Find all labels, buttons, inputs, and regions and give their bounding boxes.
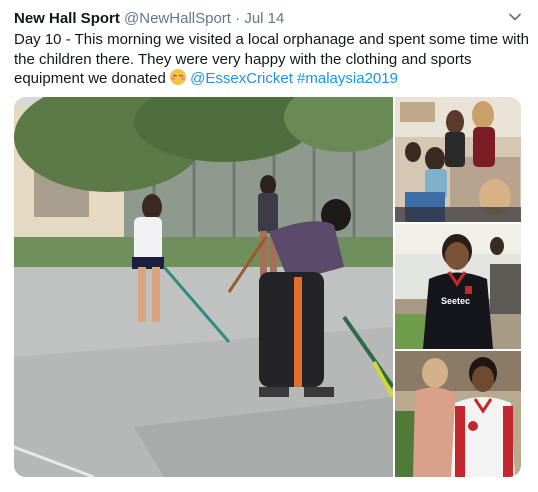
tweet-timestamp[interactable]: Jul 14: [244, 10, 284, 27]
mention-link[interactable]: @EssexCricket: [190, 70, 293, 87]
boy-seetec-shirt-photo[interactable]: Seetec: [395, 224, 521, 349]
author-handle[interactable]: @NewHallSport: [124, 10, 231, 27]
hockey-court-photo[interactable]: [14, 97, 393, 477]
smiling-face-with-blush-emoji: [169, 69, 186, 85]
shirt-sponsor-text: Seetec: [441, 296, 470, 306]
chevron-down-icon[interactable]: [506, 8, 524, 26]
separator-dot: ·: [235, 10, 241, 27]
tweet-card[interactable]: New Hall Sport @NewHallSport · Jul 14 Da…: [0, 0, 538, 492]
tweet-text: Day 10 - This morning we visited a local…: [14, 30, 529, 89]
tweet-header: New Hall Sport @NewHallSport · Jul 14: [14, 9, 284, 28]
classroom-group-photo[interactable]: [395, 97, 521, 222]
boy-red-shirt-photo[interactable]: [395, 351, 521, 477]
media-grid: Seetec: [14, 97, 521, 477]
hashtag-link[interactable]: #malaysia2019: [297, 70, 398, 87]
author-name[interactable]: New Hall Sport: [14, 10, 120, 27]
